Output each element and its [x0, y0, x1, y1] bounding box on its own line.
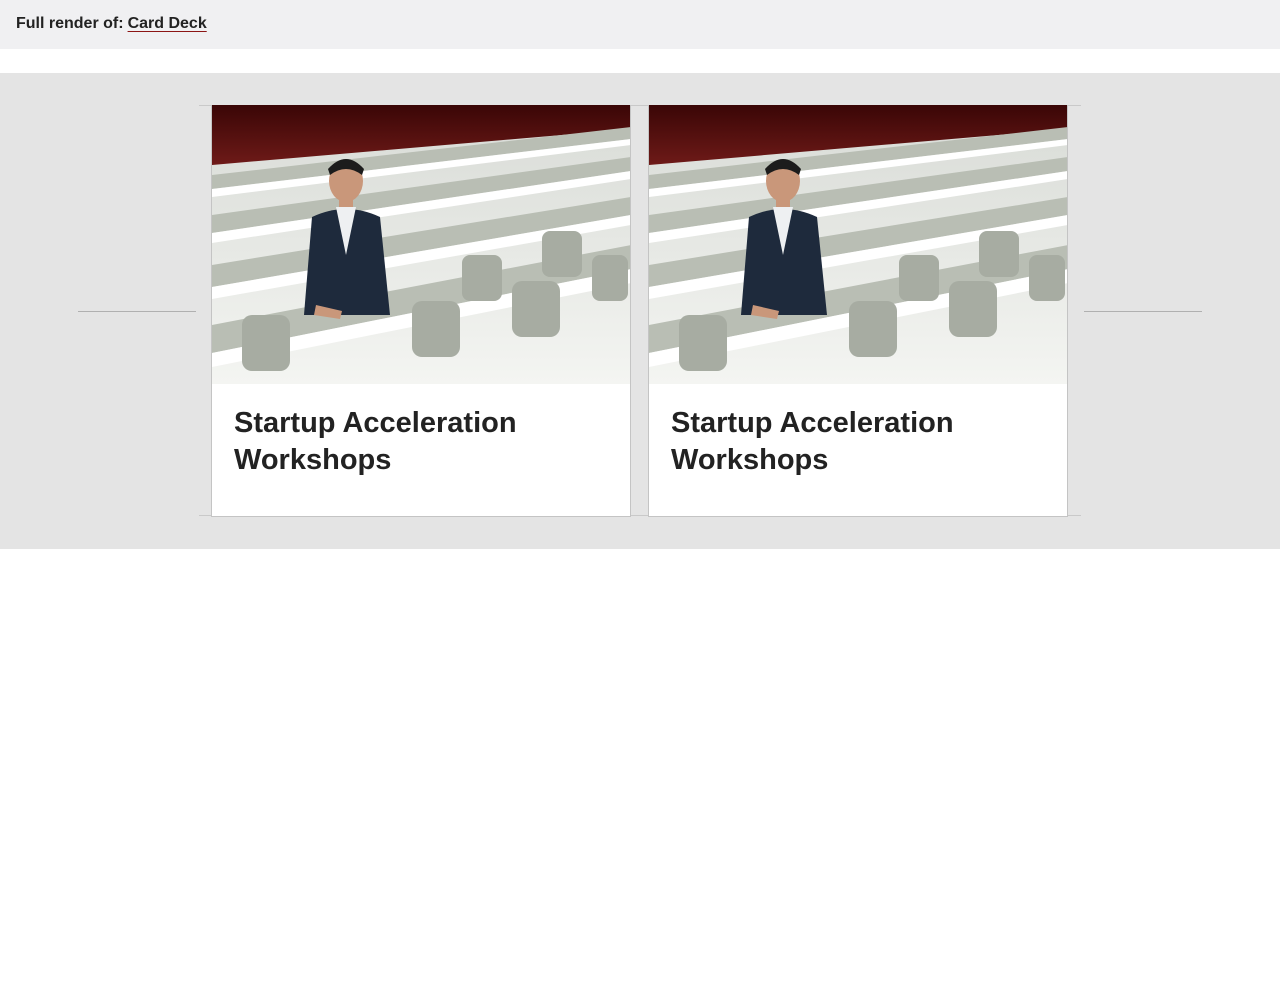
- card-image: [212, 105, 630, 384]
- card[interactable]: Startup Acceleration Workshops: [211, 105, 631, 517]
- card[interactable]: Startup Acceleration Workshops: [648, 105, 1068, 517]
- render-header: Full render of: Card Deck: [0, 0, 1280, 49]
- card-title: Startup Acceleration Workshops: [671, 407, 954, 476]
- left-divider: [78, 311, 196, 312]
- card-title: Startup Acceleration Workshops: [234, 407, 517, 476]
- card-image: [649, 105, 1067, 384]
- right-divider: [1084, 311, 1202, 312]
- card-deck-link[interactable]: Card Deck: [128, 15, 207, 32]
- card-deck-stage: Startup Acceleration Workshops Startup A…: [0, 73, 1280, 549]
- render-label: Full render of:: [16, 15, 124, 32]
